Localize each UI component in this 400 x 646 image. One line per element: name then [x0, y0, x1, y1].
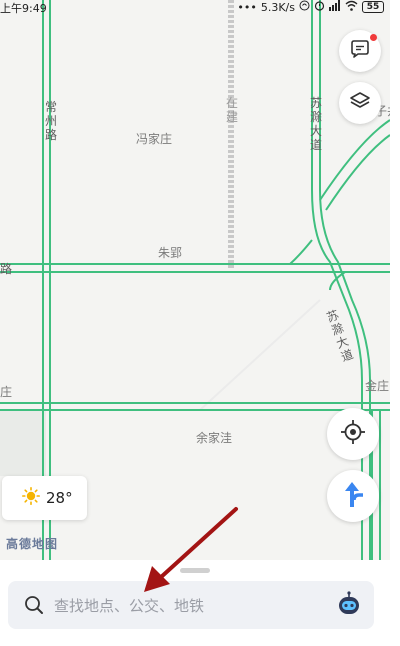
battery-icon: 55	[362, 1, 384, 13]
search-bar[interactable]: 查找地点、公交、地铁	[8, 581, 374, 629]
map-label-zhuying: 朱郢	[158, 246, 183, 260]
status-bar: 上午9:49 ••• 5.3K/s 55	[0, 0, 390, 15]
search-placeholder: 查找地点、公交、地铁	[54, 596, 205, 615]
search-icon	[24, 595, 44, 615]
signal-dots-icon: •••	[237, 0, 257, 14]
feedback-message-button[interactable]	[339, 30, 381, 72]
notification-dot	[370, 34, 377, 41]
locate-me-button[interactable]	[327, 408, 379, 460]
crosshair-icon	[340, 419, 366, 449]
route-planning-button[interactable]	[327, 470, 379, 522]
voice-assistant-robot-icon[interactable]	[334, 590, 364, 620]
map-label-left-edge: 庄	[0, 385, 13, 399]
map-label-left-road: 路	[0, 262, 13, 276]
status-indicators: ••• 5.3K/s 55	[237, 0, 384, 14]
sun-icon	[22, 487, 41, 509]
cell-signal-icon	[329, 0, 341, 14]
nfc-icon	[299, 0, 310, 14]
road-horizontal-lower	[0, 402, 390, 411]
map-label-zaijian: 在建	[225, 96, 238, 124]
map-label-suchu-avenue-top: 苏滁大道	[309, 96, 322, 152]
network-speed: 5.3K/s	[260, 0, 295, 14]
map-label-yujiawa: 余家洼	[196, 431, 233, 445]
sheet-drag-handle[interactable]	[180, 568, 210, 573]
map-label-changzhou-road: 常州路	[44, 100, 57, 142]
map-layers-button[interactable]	[339, 82, 381, 124]
weather-chip[interactable]: 28°	[2, 476, 87, 520]
route-arrow-icon	[339, 480, 367, 512]
map-label-fengjiazhuang: 冯家庄	[136, 132, 173, 146]
weather-temperature: 28°	[46, 489, 73, 507]
map-app-screen: 常州路 冯家庄 在建 苏滁大道 子井 朱郢 路 苏滁大道 金庄 庄 余家洼 上午…	[0, 0, 400, 646]
alarm-icon	[314, 0, 325, 14]
wifi-icon	[345, 0, 358, 14]
layers-icon	[349, 90, 371, 116]
chat-bubble-icon	[349, 38, 371, 64]
map-label-jinzhuang: 金庄	[365, 379, 390, 393]
status-time: 上午9:49	[0, 2, 47, 15]
amap-logo: 高德地图	[6, 537, 59, 551]
